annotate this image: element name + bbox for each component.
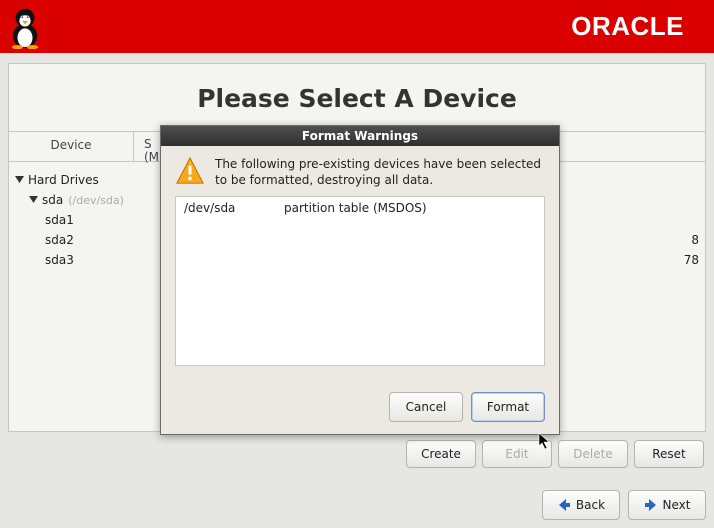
device-list[interactable]: /dev/sda partition table (MSDOS) bbox=[175, 196, 545, 366]
back-button[interactable]: Back bbox=[542, 490, 620, 520]
penguin-icon bbox=[6, 4, 44, 49]
edit-button: Edit bbox=[482, 440, 552, 468]
cancel-button[interactable]: Cancel bbox=[389, 392, 463, 422]
arrow-left-icon bbox=[557, 498, 571, 512]
action-row: Create Edit Delete Reset bbox=[8, 432, 706, 468]
list-item[interactable]: /dev/sda partition table (MSDOS) bbox=[184, 201, 536, 215]
tree-size: 78 bbox=[669, 253, 699, 267]
tree-label: Hard Drives bbox=[28, 173, 99, 187]
dialog-message: The following pre-existing devices have … bbox=[215, 156, 545, 188]
back-label: Back bbox=[576, 498, 605, 512]
tree-label: sda1 bbox=[45, 213, 74, 227]
nav-row: Back Next bbox=[542, 490, 706, 520]
arrow-right-icon bbox=[644, 498, 658, 512]
tree-size: 8 bbox=[669, 233, 699, 247]
expander-icon[interactable] bbox=[15, 176, 24, 185]
warning-icon bbox=[175, 156, 205, 186]
dialog-title: Format Warnings bbox=[161, 126, 559, 146]
reset-button[interactable]: Reset bbox=[634, 440, 704, 468]
page-title: Please Select A Device bbox=[9, 84, 705, 113]
dialog-buttons: Cancel Format bbox=[161, 380, 559, 434]
top-bar: ORACLE bbox=[0, 0, 714, 53]
expander-icon[interactable] bbox=[29, 196, 38, 205]
delete-button: Delete bbox=[558, 440, 628, 468]
tree-label: sda3 bbox=[45, 253, 74, 267]
next-button[interactable]: Next bbox=[628, 490, 706, 520]
create-button[interactable]: Create bbox=[406, 440, 476, 468]
tree-label: sda bbox=[42, 193, 63, 207]
format-warnings-dialog: Format Warnings The following pre-existi… bbox=[160, 125, 560, 435]
list-dev: /dev/sda bbox=[184, 201, 284, 215]
list-desc: partition table (MSDOS) bbox=[284, 201, 427, 215]
tree-label: sda2 bbox=[45, 233, 74, 247]
tree-dev-path: (/dev/sda) bbox=[68, 194, 124, 207]
col-device[interactable]: Device bbox=[9, 132, 134, 161]
format-button[interactable]: Format bbox=[471, 392, 545, 422]
oracle-logo: ORACLE bbox=[571, 11, 684, 42]
next-label: Next bbox=[663, 498, 691, 512]
